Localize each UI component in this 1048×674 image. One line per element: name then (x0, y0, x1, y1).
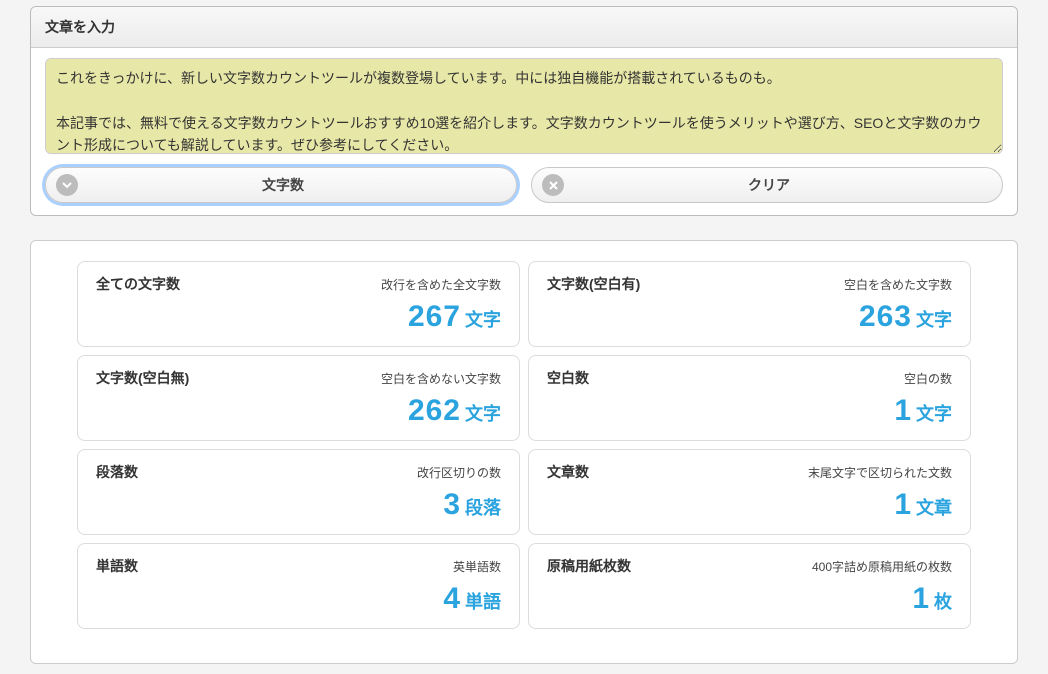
stat-value: 1 (912, 582, 930, 615)
text-input[interactable] (45, 58, 1003, 154)
stat-title: 原稿用紙枚数 (547, 556, 631, 576)
stat-title: 文字数(空白有) (547, 274, 640, 294)
stat-value: 1 (894, 488, 912, 521)
stat-unit: 枚 (934, 592, 952, 612)
stat-unit: 単語 (465, 592, 501, 612)
stat-desc: 改行を含めた全文字数 (381, 276, 501, 293)
stat-value: 267 (408, 300, 461, 333)
count-button-label: 文字数 (86, 175, 506, 195)
stat-desc: 英単語数 (453, 558, 501, 575)
stat-title: 段落数 (96, 462, 138, 482)
stats-grid: 全ての文字数 改行を含めた全文字数 267文字 文字数(空白有) 空白を含めた文… (77, 261, 971, 629)
stat-unit: 文字 (465, 404, 501, 424)
clear-button-label: クリア (572, 175, 992, 195)
stat-card-chars-with-space: 文字数(空白有) 空白を含めた文字数 263文字 (528, 261, 971, 347)
stat-desc: 400字詰め原稿用紙の枚数 (812, 558, 952, 575)
stat-card-chars-no-space: 文字数(空白無) 空白を含めない文字数 262文字 (77, 355, 520, 441)
stat-desc: 空白を含めた文字数 (844, 276, 952, 293)
stat-desc: 空白の数 (904, 370, 952, 387)
stat-title: 単語数 (96, 556, 138, 576)
stat-desc: 空白を含めない文字数 (381, 370, 501, 387)
stat-desc: 改行区切りの数 (417, 464, 501, 481)
stat-card-total-chars: 全ての文字数 改行を含めた全文字数 267文字 (77, 261, 520, 347)
stat-unit: 文字 (465, 310, 501, 330)
input-panel: 文章を入力 文字数 クリア (30, 6, 1018, 216)
stat-value: 3 (443, 488, 461, 521)
stat-unit: 文字 (916, 310, 952, 330)
stat-unit: 段落 (465, 498, 501, 518)
stat-desc: 末尾文字で区切られた文数 (808, 464, 952, 481)
stat-value: 1 (894, 394, 912, 427)
stat-title: 空白数 (547, 368, 589, 388)
stat-unit: 文章 (916, 498, 952, 518)
input-header: 文章を入力 (31, 7, 1017, 48)
stat-value: 262 (408, 394, 461, 427)
stat-card-spaces: 空白数 空白の数 1文字 (528, 355, 971, 441)
stat-title: 全ての文字数 (96, 274, 180, 294)
stat-title: 文字数(空白無) (96, 368, 189, 388)
stat-card-sentences: 文章数 末尾文字で区切られた文数 1文章 (528, 449, 971, 535)
stat-card-words: 単語数 英単語数 4単語 (77, 543, 520, 629)
stat-title: 文章数 (547, 462, 589, 482)
stat-card-paragraphs: 段落数 改行区切りの数 3段落 (77, 449, 520, 535)
stat-card-manuscript-pages: 原稿用紙枚数 400字詰め原稿用紙の枚数 1枚 (528, 543, 971, 629)
count-button[interactable]: 文字数 (45, 167, 517, 203)
stat-unit: 文字 (916, 404, 952, 424)
stat-value: 4 (443, 582, 461, 615)
stat-value: 263 (859, 300, 912, 333)
input-body: 文字数 クリア (31, 48, 1017, 215)
clear-button[interactable]: クリア (531, 167, 1003, 203)
button-row: 文字数 クリア (45, 167, 1003, 203)
chevron-down-icon (56, 174, 78, 196)
close-icon (542, 174, 564, 196)
results-panel: 全ての文字数 改行を含めた全文字数 267文字 文字数(空白有) 空白を含めた文… (30, 240, 1018, 664)
